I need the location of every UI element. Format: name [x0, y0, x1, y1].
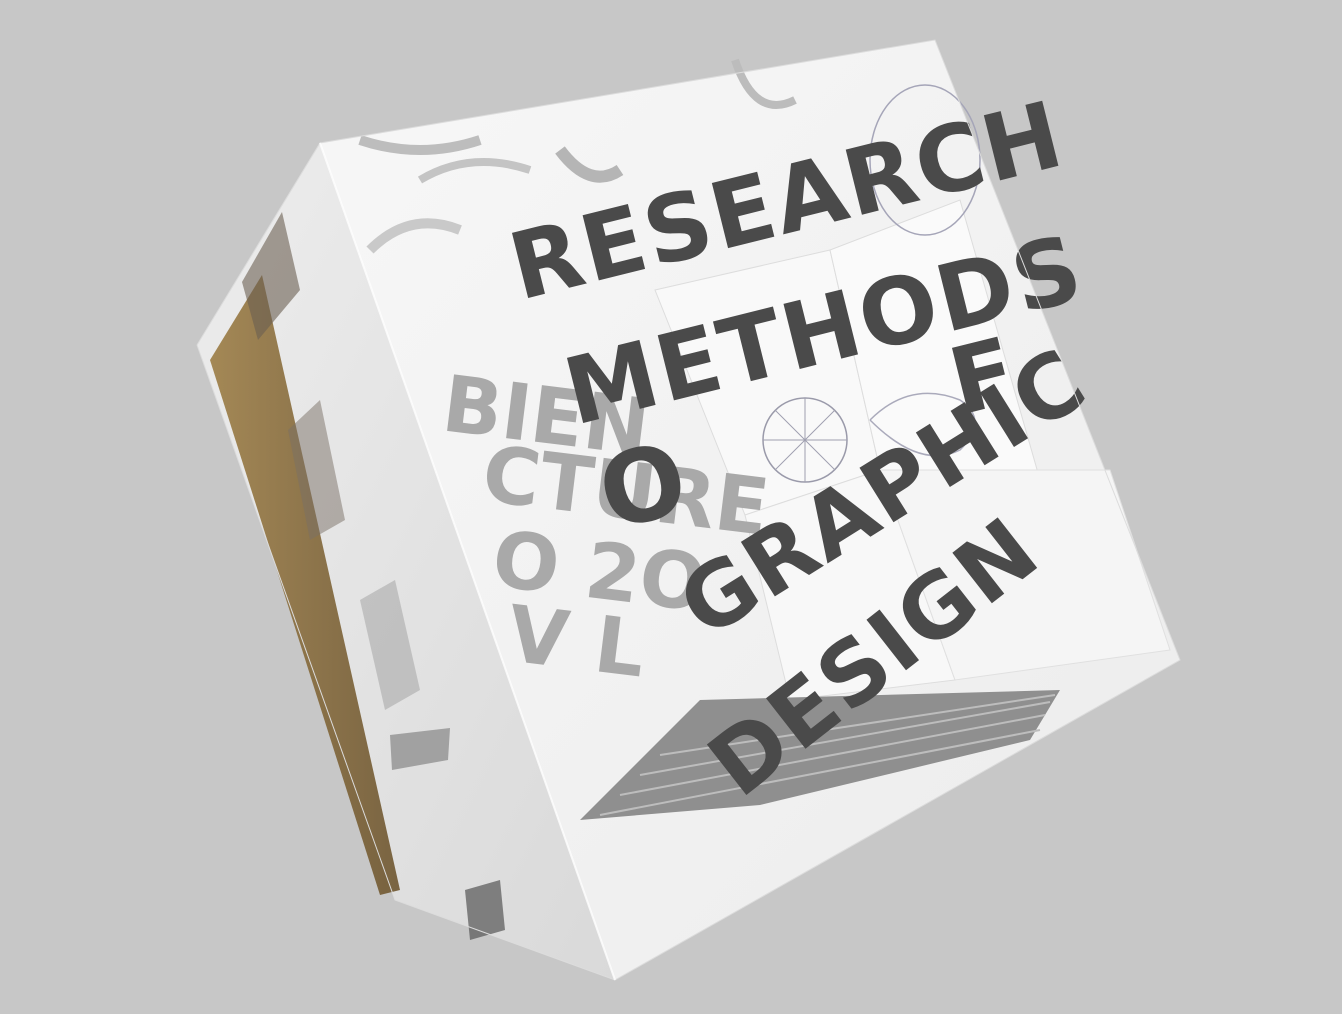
cube-canvas: BIEN CTURE O 2O V L RESEARCH METHODS O F…: [196, 39, 1181, 981]
cube-scene: BIEN CTURE O 2O V L RESEARCH METHODS O F…: [0, 0, 1342, 1014]
ghost-line-4: V L: [503, 590, 650, 696]
